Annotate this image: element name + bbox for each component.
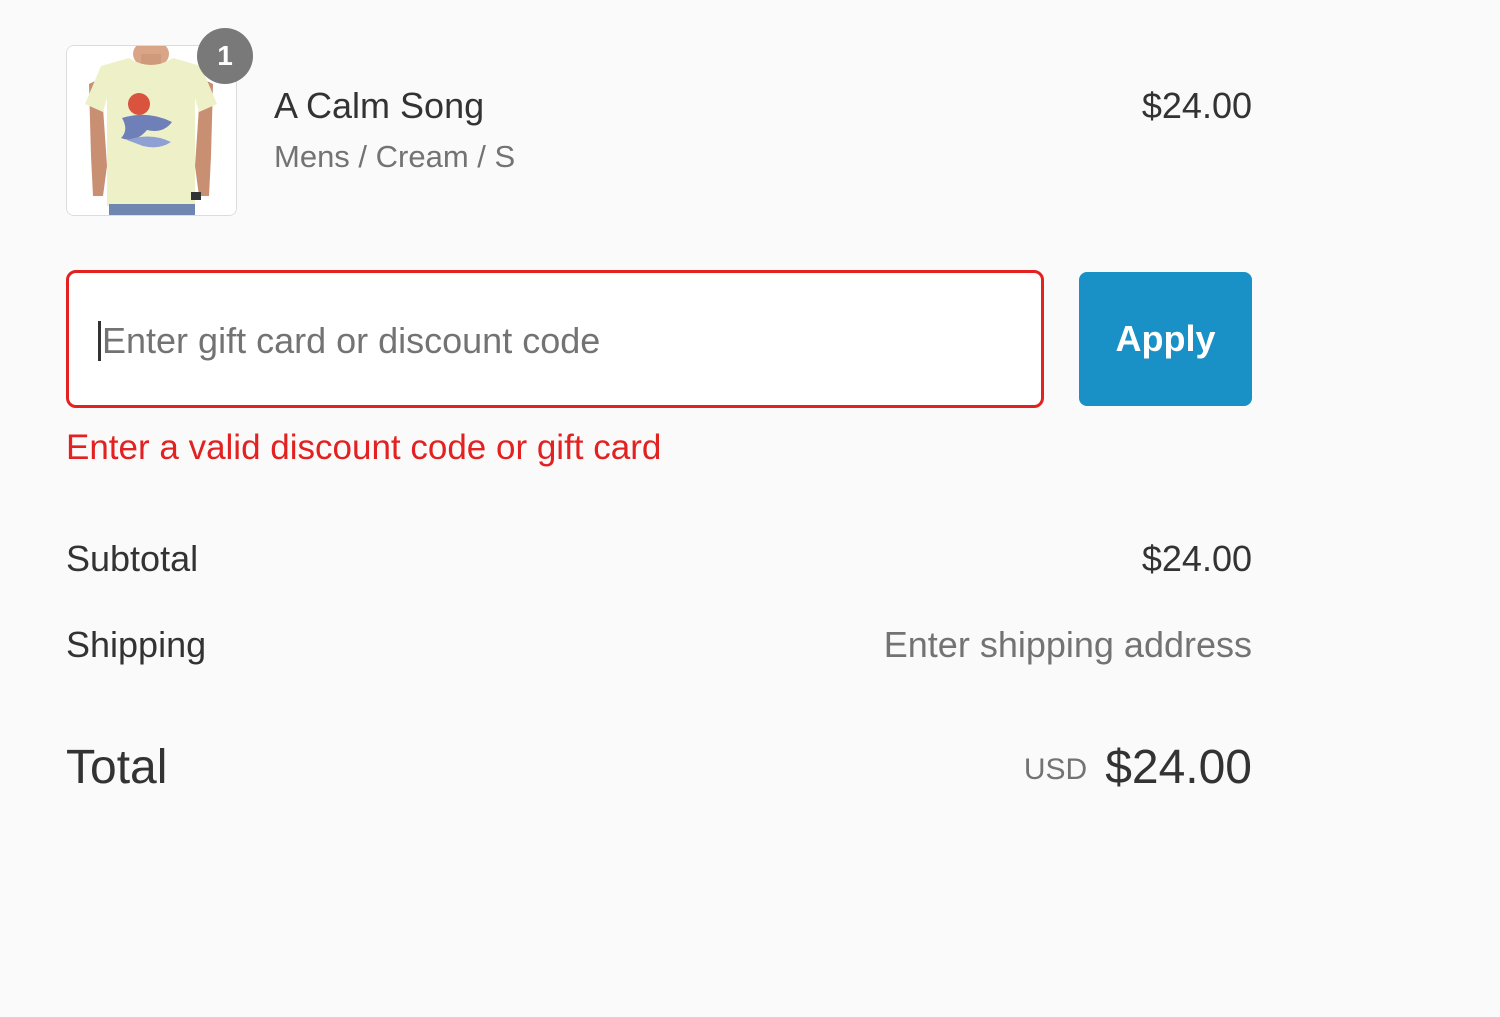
currency-code: USD [1023, 753, 1088, 786]
product-variant: Mens / Cream / S [274, 139, 516, 174]
text-cursor [98, 321, 101, 361]
shipping-label: Shipping [66, 624, 207, 665]
subtotal-label: Subtotal [66, 538, 199, 579]
product-thumbnail-wrapper: 1 [66, 28, 253, 216]
product-title: A Calm Song [274, 85, 485, 126]
line-item: 1 A Calm Song Mens / Cream / S $24.00 [66, 28, 1252, 217]
discount-code-input[interactable]: Enter gift card or discount code [66, 270, 1044, 408]
apply-discount-button[interactable]: Apply [1079, 272, 1252, 406]
discount-code-placeholder: Enter gift card or discount code [102, 320, 601, 361]
total-label: Total [66, 741, 168, 794]
shipping-value: Enter shipping address [883, 624, 1252, 665]
quantity-badge: 1 [197, 28, 253, 84]
discount-error-message: Enter a valid discount code or gift card [66, 428, 662, 467]
subtotal-value: $24.00 [1141, 538, 1252, 579]
product-price: $24.00 [1141, 85, 1252, 126]
total-amount: $24.00 [1105, 741, 1252, 794]
total-value: USD $24.00 [1024, 740, 1252, 795]
